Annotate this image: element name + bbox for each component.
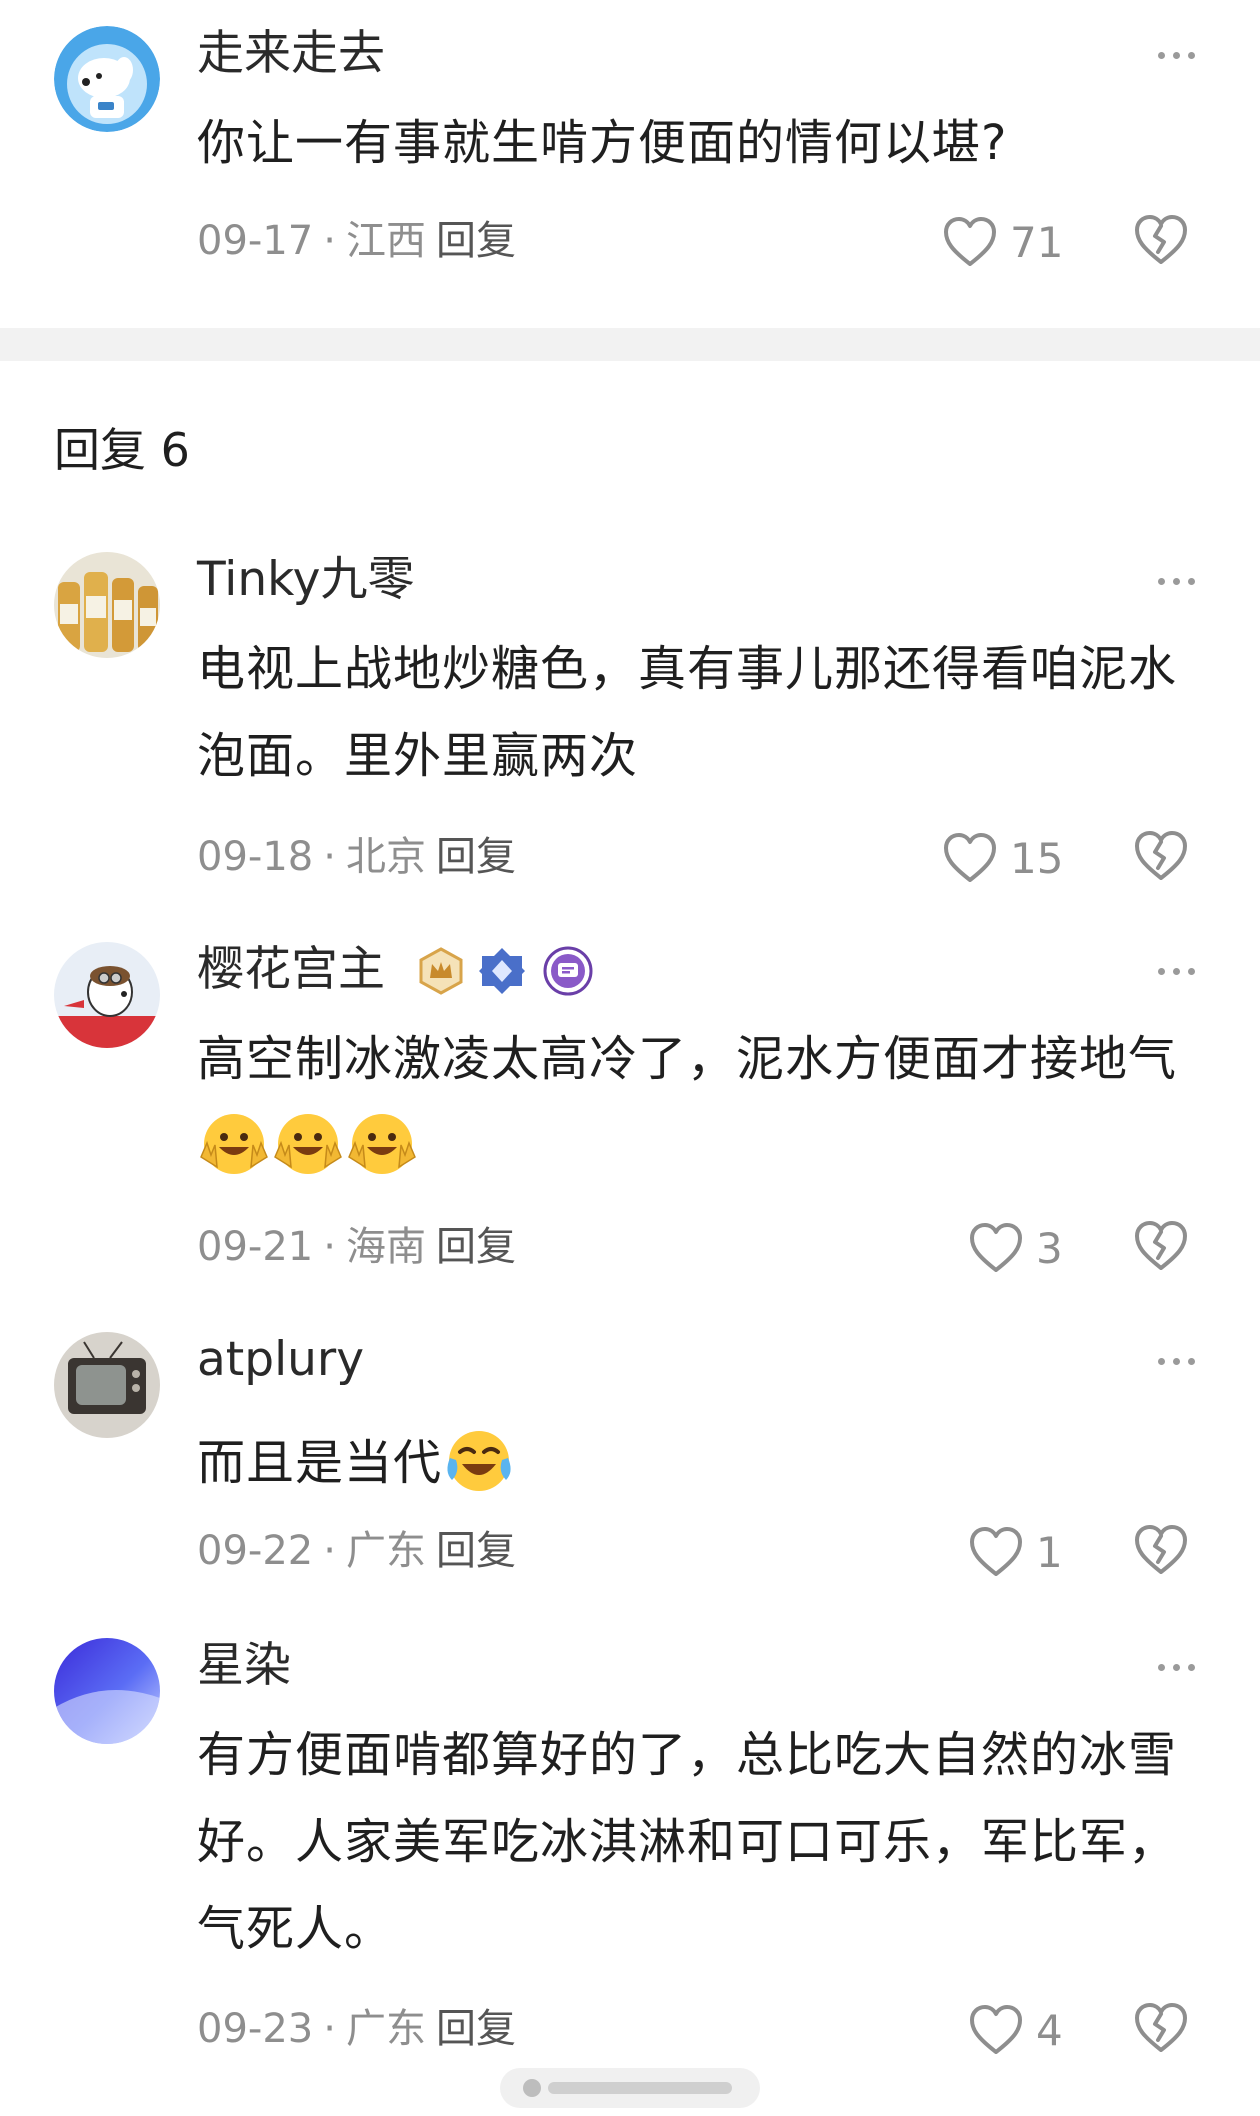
broken-heart-icon [1135, 215, 1187, 264]
like-count: 15 [1010, 833, 1064, 883]
section-divider [0, 328, 1260, 361]
comment-date: 09-17 [197, 218, 314, 264]
watermark-badge [500, 2068, 760, 2108]
chat-badge-icon [543, 946, 593, 996]
like-button[interactable]: 1 [968, 1524, 1063, 1580]
broken-heart-icon [1135, 831, 1187, 880]
avatar[interactable] [54, 942, 160, 1048]
dislike-button[interactable] [1133, 1220, 1189, 1276]
comment-meta: 09-23 · 广东 回复 [197, 2004, 516, 2054]
broken-heart-icon [1135, 1525, 1187, 1574]
comment-text-content: 高空制冰激凌太高冷了，泥水方便面才接地气 [197, 1031, 1178, 1087]
comment-location: 海南 [345, 1224, 426, 1270]
like-button[interactable]: 3 [968, 1220, 1063, 1276]
comment-location: 广东 [345, 2006, 426, 2052]
like-count: 71 [1010, 217, 1064, 267]
comment-text: 高空制冰激凌太高冷了，泥水方便面才接地气 [197, 1016, 1187, 1190]
comment-text: 有方便面啃都算好的了，总比吃大自然的冰雪好。人家美军吃冰淇淋和可口可乐，军比军，… [197, 1727, 1178, 1957]
like-count: 4 [1036, 2005, 1063, 2055]
comment-text: 电视上战地炒糖色，真有事儿那还得看咱泥水泡面。里外里赢两次 [197, 641, 1178, 784]
v-sign-emoji [200, 1114, 268, 1174]
more-dots-icon[interactable] [1158, 50, 1198, 62]
comment-date: 09-18 [197, 834, 314, 880]
username[interactable]: 走来走去 [197, 26, 385, 82]
more-dots-icon[interactable] [1158, 576, 1198, 588]
crown-badge-icon [419, 947, 463, 995]
heart-outline-icon [944, 833, 996, 882]
comment-date: 09-23 [197, 2006, 314, 2052]
avatar[interactable] [54, 1332, 160, 1438]
meta-separator: · [323, 1224, 336, 1270]
comment-meta: 09-18 · 北京 回复 [197, 832, 516, 882]
meta-separator: · [323, 218, 336, 264]
comment-meta: 09-17 · 江西 回复 [197, 216, 516, 266]
meta-separator: · [323, 834, 336, 880]
reply-button[interactable]: 回复 [436, 218, 516, 264]
meta-separator: · [323, 2006, 336, 2052]
comment-text: 你让一有事就生啃方便面的情何以堪? [197, 115, 1008, 171]
diamond-badge-icon [479, 948, 525, 994]
like-button[interactable]: 4 [968, 2002, 1063, 2058]
more-dots-icon[interactable] [1158, 1662, 1198, 1674]
meta-separator: · [323, 1528, 336, 1574]
username[interactable]: atplury [197, 1332, 364, 1388]
dislike-button[interactable] [1133, 214, 1189, 270]
v-sign-emoji [348, 1114, 416, 1174]
comment-location: 广东 [345, 1528, 426, 1574]
avatar-old-tv-image [54, 1332, 160, 1438]
comment-location: 江西 [345, 218, 426, 264]
broken-heart-icon [1135, 2003, 1187, 2052]
heart-outline-icon [970, 1223, 1022, 1272]
laughing-crying-emoji [447, 1431, 511, 1491]
replies-header: 回复 6 [54, 423, 190, 477]
comment-location: 北京 [345, 834, 426, 880]
avatar[interactable] [54, 1638, 160, 1744]
username[interactable]: Tinky九零 [197, 552, 414, 608]
dislike-button[interactable] [1133, 2002, 1189, 2058]
dislike-button[interactable] [1133, 1524, 1189, 1580]
like-count: 3 [1036, 1223, 1063, 1273]
reply-button[interactable]: 回复 [436, 2006, 516, 2052]
comment-text: 而且是当代 [197, 1420, 1187, 1507]
broken-heart-icon [1135, 1221, 1187, 1270]
avatar[interactable] [54, 26, 160, 132]
reply-button[interactable]: 回复 [436, 834, 516, 880]
avatar-snoopy-pilot-image [54, 942, 160, 1048]
v-sign-emoji [274, 1114, 342, 1174]
reply-button[interactable]: 回复 [436, 1528, 516, 1574]
like-button[interactable]: 71 [942, 214, 1063, 270]
comment-date: 09-22 [197, 1528, 314, 1574]
dislike-button[interactable] [1133, 830, 1189, 886]
like-count: 1 [1036, 1527, 1063, 1577]
comment-date: 09-21 [197, 1224, 314, 1270]
comment-text-content: 而且是当代 [197, 1435, 443, 1491]
username[interactable]: 星染 [197, 1638, 291, 1694]
more-dots-icon[interactable] [1158, 1356, 1198, 1368]
reply-button[interactable]: 回复 [436, 1224, 516, 1270]
avatar-astronaut-dog-image [54, 26, 160, 132]
avatar[interactable] [54, 552, 160, 658]
heart-outline-icon [944, 217, 996, 266]
comment-meta: 09-21 · 海南 回复 [197, 1222, 516, 1272]
comment-meta: 09-22 · 广东 回复 [197, 1526, 516, 1576]
avatar-gradient-image [54, 1638, 160, 1744]
like-button[interactable]: 15 [942, 830, 1063, 886]
avatar-bottles-image [54, 552, 160, 658]
username[interactable]: 樱花宫主 [197, 942, 385, 998]
heart-outline-icon [970, 1527, 1022, 1576]
heart-outline-icon [970, 2005, 1022, 2054]
more-dots-icon[interactable] [1158, 966, 1198, 978]
watermark-logo-image [523, 2079, 732, 2097]
